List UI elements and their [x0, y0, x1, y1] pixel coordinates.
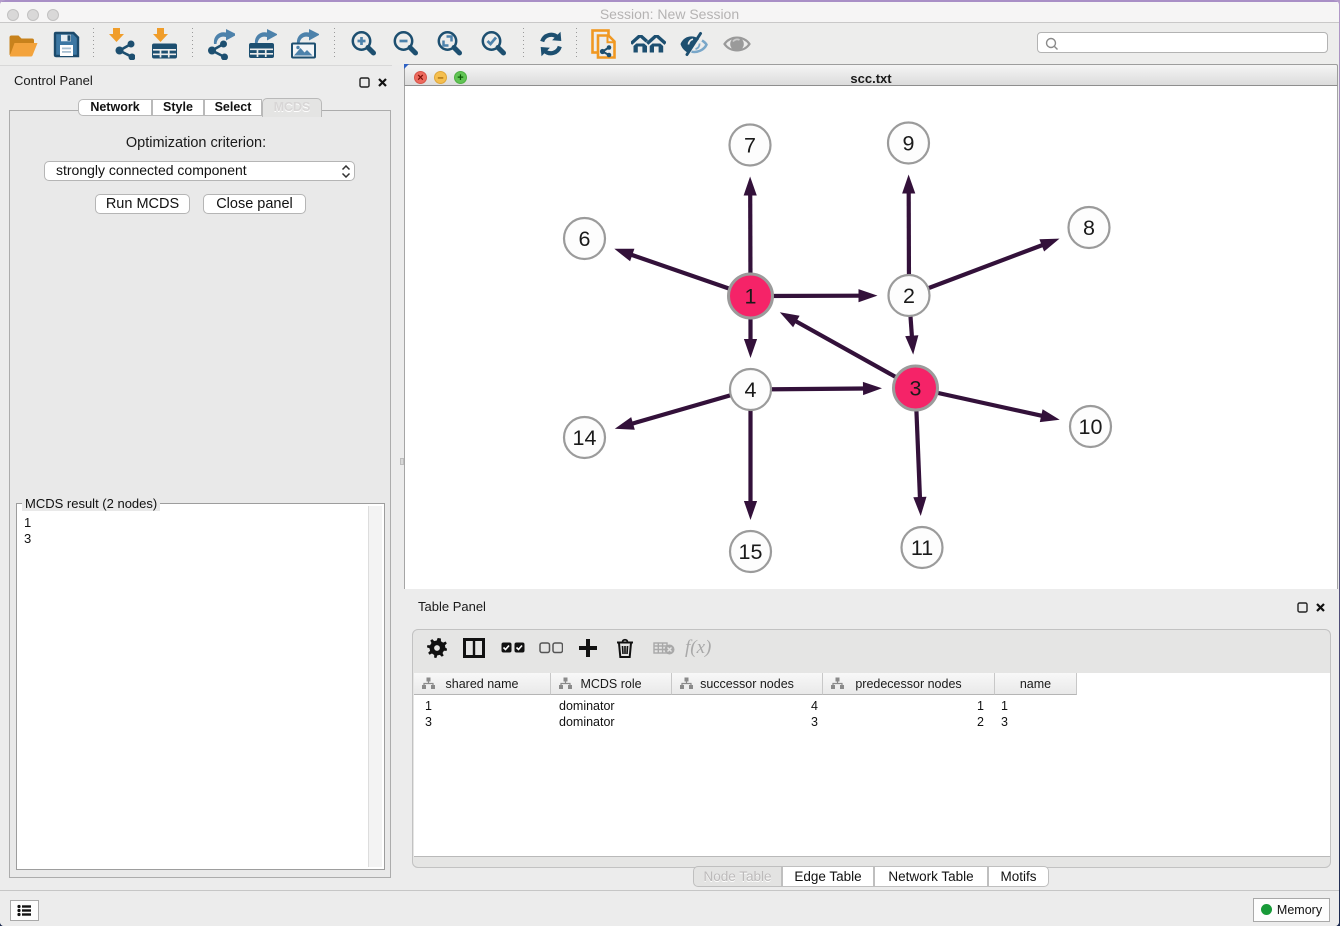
svg-text:11: 11 [911, 536, 933, 560]
svg-text:3: 3 [910, 377, 922, 401]
svg-text:6: 6 [579, 227, 591, 251]
svg-text:8: 8 [1083, 216, 1095, 240]
svg-text:4: 4 [745, 378, 757, 402]
svg-text:7: 7 [744, 134, 756, 158]
svg-text:1: 1 [745, 285, 757, 309]
svg-text:10: 10 [1079, 415, 1103, 439]
svg-text:14: 14 [573, 426, 597, 450]
svg-text:15: 15 [739, 540, 763, 564]
svg-text:2: 2 [903, 284, 915, 308]
svg-text:9: 9 [903, 132, 915, 156]
